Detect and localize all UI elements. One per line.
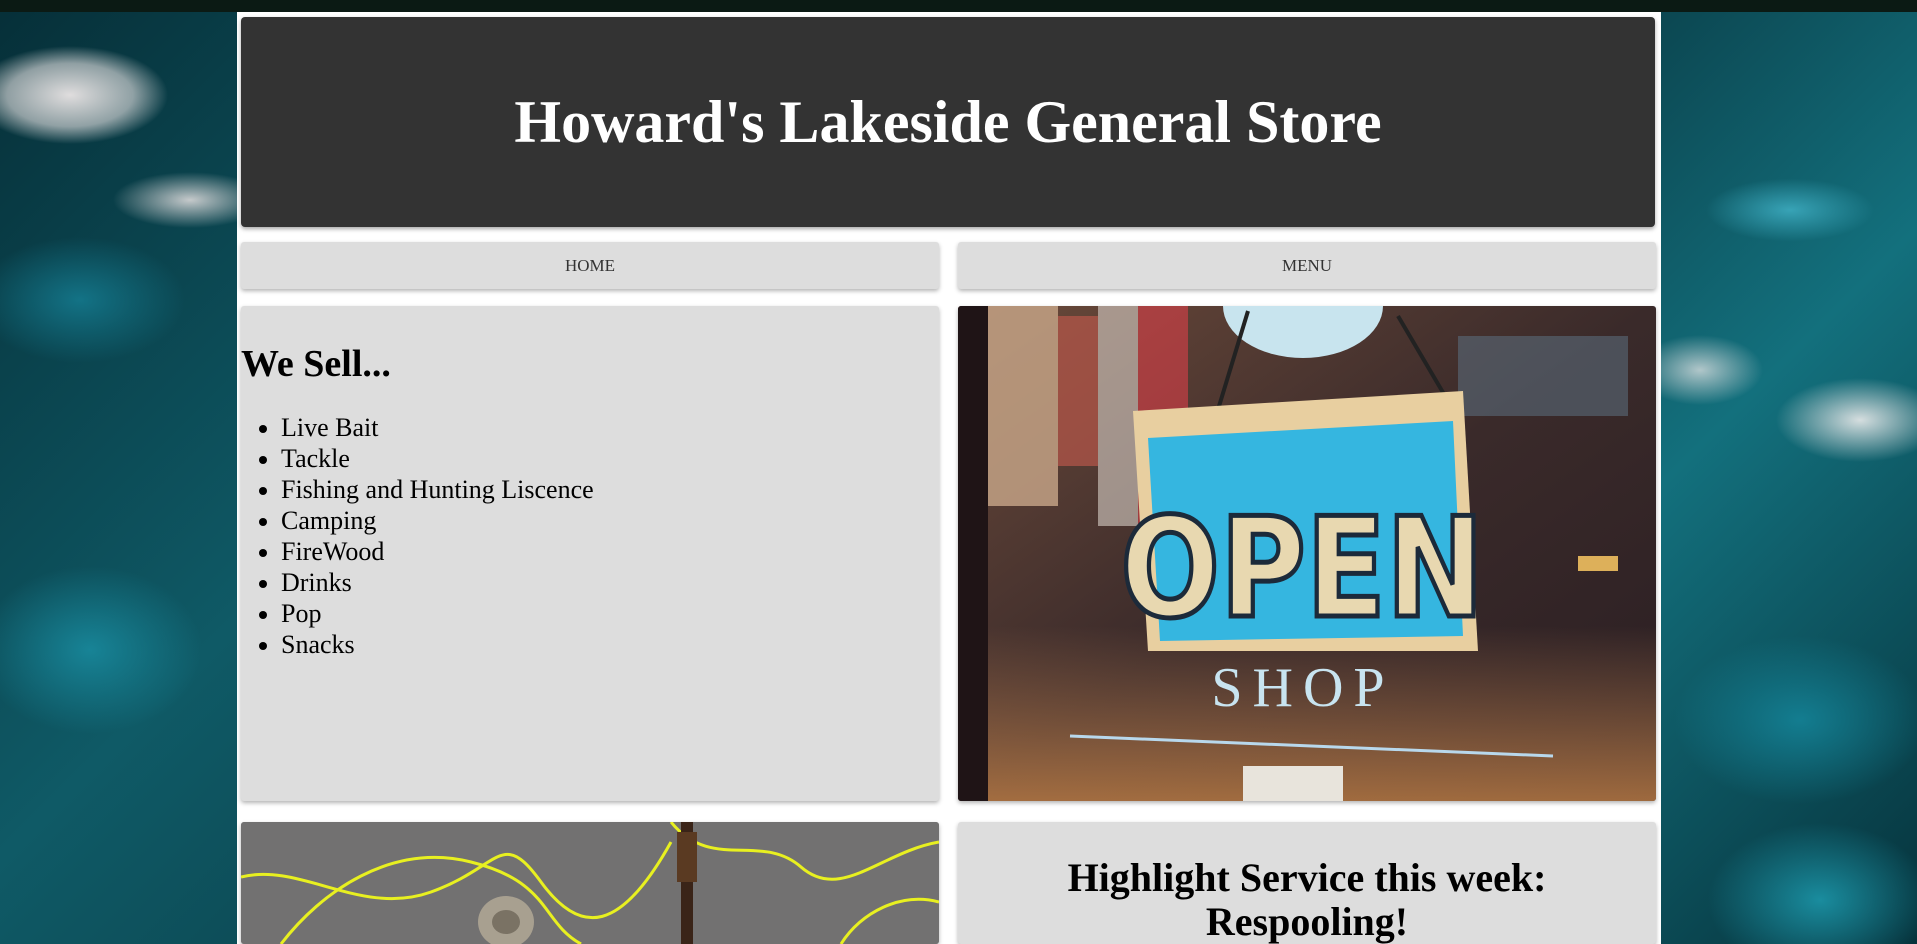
open-sign-image: OPEN SHOP (958, 306, 1656, 801)
open-sign-text: OPEN (1120, 489, 1484, 650)
list-item: Drinks (281, 567, 939, 598)
highlight-card: Highlight Service this week: Respooling! (958, 822, 1656, 944)
list-item: Camping (281, 505, 939, 536)
list-item: FireWood (281, 536, 939, 567)
nav-home-button[interactable]: HOME (241, 242, 939, 289)
site-title: Howard's Lakeside General Store (514, 88, 1382, 155)
list-item: Live Bait (281, 412, 939, 443)
highlight-heading: Highlight Service this week: Respooling! (1067, 855, 1547, 944)
we-sell-card: We Sell... Live Bait Tackle Fishing and … (241, 306, 939, 801)
page-container: Howard's Lakeside General Store HOME MEN… (237, 12, 1661, 944)
list-item: Tackle (281, 443, 939, 474)
list-item: Fishing and Hunting Liscence (281, 474, 939, 505)
top-strip (0, 0, 1917, 12)
fishing-photo (241, 822, 939, 944)
list-item: Pop (281, 598, 939, 629)
site-header: Howard's Lakeside General Store (241, 17, 1655, 227)
list-item: Snacks (281, 629, 939, 660)
we-sell-heading: We Sell... (241, 343, 391, 385)
shop-text: SHOP (1211, 657, 1394, 719)
products-list: Live Bait Tackle Fishing and Hunting Lis… (241, 412, 939, 660)
nav-menu-button[interactable]: MENU (958, 242, 1656, 289)
